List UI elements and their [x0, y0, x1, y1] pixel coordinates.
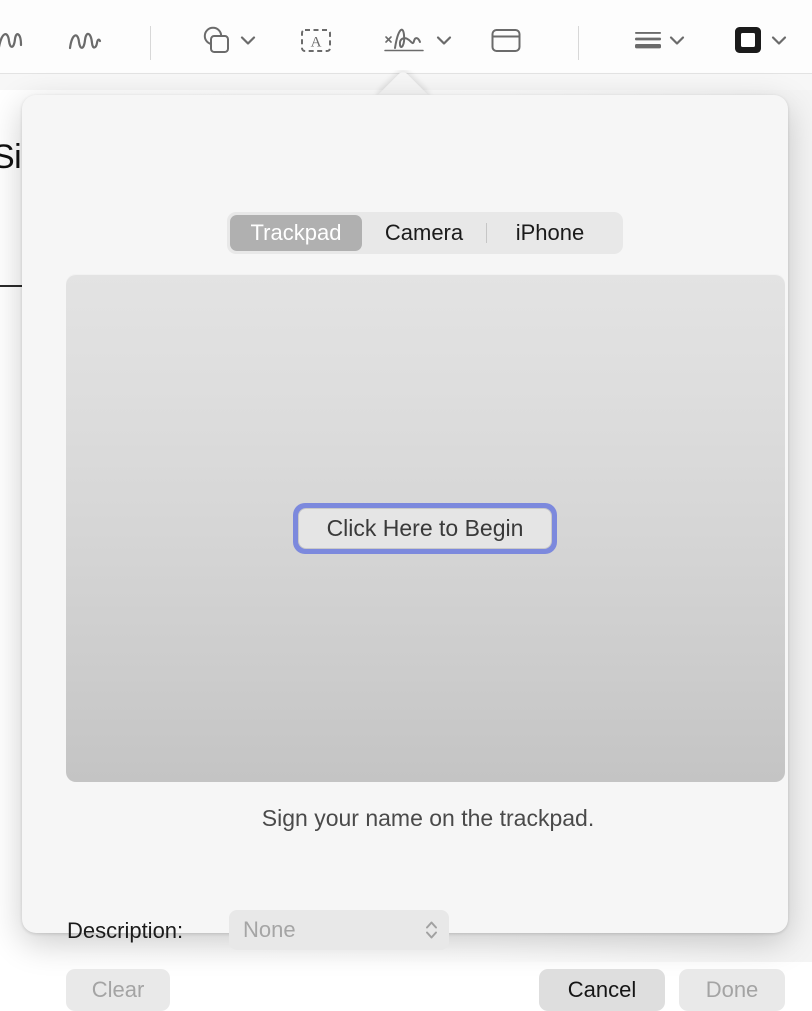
- capture-source-segmented-control[interactable]: Trackpad Camera iPhone: [227, 212, 623, 254]
- squiggle-icon: [66, 25, 106, 60]
- svg-text:A: A: [311, 34, 322, 50]
- signature-tool-button[interactable]: [372, 22, 462, 62]
- chevron-down-icon[interactable]: [771, 33, 787, 51]
- tab-iphone[interactable]: iPhone: [487, 215, 613, 251]
- click-here-to-begin-button[interactable]: Click Here to Begin: [293, 503, 557, 554]
- shapes-icon: [200, 24, 234, 61]
- note-tool-button[interactable]: [480, 22, 532, 62]
- lines-icon: [633, 26, 663, 59]
- tab-camera[interactable]: Camera: [362, 215, 486, 251]
- markup-toolbar: A: [0, 0, 812, 74]
- popover-arrow: [371, 70, 435, 98]
- text-box-icon: A: [299, 25, 333, 60]
- done-button[interactable]: Done: [679, 969, 785, 1011]
- toolbar-divider-1: [150, 26, 151, 60]
- capture-hint-text: Sign your name on the trackpad.: [261, 805, 595, 831]
- signature-icon: [382, 23, 430, 62]
- signature-capture-popover: Trackpad Camera iPhone Click Here to Beg…: [22, 95, 788, 1011]
- chevron-down-icon[interactable]: [240, 33, 256, 51]
- cancel-button[interactable]: Cancel: [539, 969, 665, 1011]
- border-tool-button[interactable]: [718, 22, 800, 62]
- toolbar-divider-2: [578, 26, 579, 60]
- screen: Sig: [0, 0, 812, 1011]
- square-border-icon: [731, 24, 765, 61]
- note-icon: [489, 25, 523, 60]
- chevron-down-icon[interactable]: [669, 33, 685, 51]
- description-popup-button[interactable]: None: [229, 910, 449, 950]
- shapes-tool-button[interactable]: [190, 22, 266, 62]
- tab-trackpad[interactable]: Trackpad: [230, 215, 362, 251]
- description-value: None: [243, 917, 296, 942]
- clear-button[interactable]: Clear: [66, 969, 170, 1011]
- chevron-up-down-icon: [423, 917, 439, 943]
- sketch-tool-button[interactable]: [0, 22, 44, 62]
- description-label: Description:: [67, 918, 184, 943]
- click-here-to-begin-label: Click Here to Begin: [298, 508, 552, 549]
- style-tool-button[interactable]: [620, 22, 698, 62]
- draw-tool-button[interactable]: [60, 22, 112, 62]
- chevron-down-icon[interactable]: [436, 33, 452, 51]
- text-tool-button[interactable]: A: [290, 22, 342, 62]
- squiggle-partial-icon: [0, 25, 31, 60]
